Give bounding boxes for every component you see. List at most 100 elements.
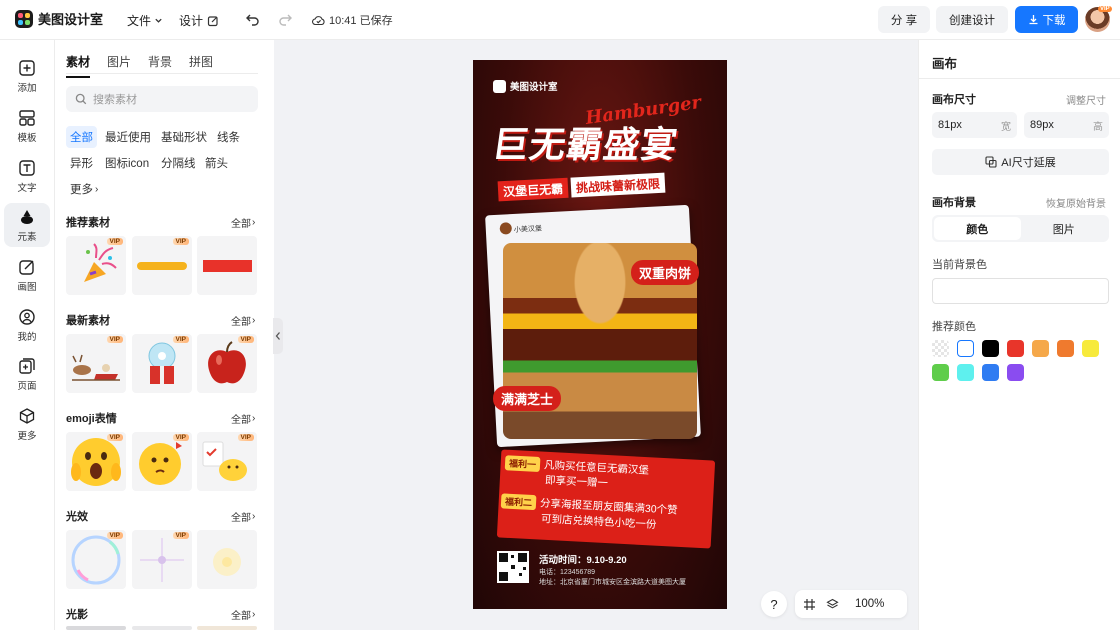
tab-backgrounds[interactable]: 背景 — [148, 53, 172, 78]
help-button[interactable]: ? — [761, 591, 787, 617]
create-design-label: 创建设计 — [949, 14, 995, 27]
color-swatch[interactable] — [982, 364, 999, 381]
asset-soft-glow[interactable] — [197, 530, 257, 589]
color-swatch[interactable] — [1007, 364, 1024, 381]
layers-icon[interactable] — [826, 598, 839, 611]
panel-title: 画布 — [932, 57, 958, 71]
chevron-right-icon: › — [252, 413, 256, 424]
vip-badge: VIP — [172, 336, 189, 343]
download-button[interactable]: 下载 — [1015, 6, 1078, 33]
cloud-check-icon — [312, 15, 325, 25]
plus-square-icon — [19, 59, 35, 76]
file-menu-label: 文件 — [127, 14, 152, 28]
asset-reindeer-sleigh[interactable]: VIP — [66, 334, 126, 393]
zoom-level[interactable]: 100% — [855, 598, 884, 610]
color-swatch[interactable] — [932, 364, 949, 381]
asset-shocked-emoji[interactable]: VIP — [66, 432, 126, 491]
asset-purple-sparkle[interactable]: VIP — [132, 530, 192, 589]
nav-label: 更多 — [17, 430, 37, 442]
asset-partial[interactable] — [66, 626, 126, 630]
asset-snow-globe-gift[interactable]: VIP — [132, 334, 192, 393]
tab-bg-color[interactable]: 颜色 — [934, 217, 1021, 240]
asset-red-apple[interactable]: VIP — [197, 334, 257, 393]
current-bg-label: 当前背景色 — [932, 259, 987, 271]
see-all-link[interactable]: 全部 › — [231, 411, 255, 426]
app-logo[interactable]: 美图设计室 — [15, 9, 103, 28]
asset-partial[interactable] — [132, 626, 192, 630]
download-label: 下载 — [1042, 14, 1066, 27]
chip-arrows[interactable]: 箭头 — [201, 152, 232, 174]
asset-party-popper[interactable]: VIP — [66, 236, 126, 295]
width-value: 81px — [938, 119, 962, 131]
nav-item-add[interactable]: 添加 — [4, 54, 50, 98]
chip-basic-shapes[interactable]: 基础形状 — [157, 126, 211, 148]
tab-images[interactable]: 图片 — [107, 53, 131, 78]
nav-item-mine[interactable]: 我的 — [4, 303, 50, 347]
chip-icons[interactable]: 图标icon — [101, 152, 153, 174]
chip-dividers[interactable]: 分隔线 — [157, 152, 200, 174]
color-swatch[interactable] — [1082, 340, 1099, 357]
asset-yellow-brush-stroke[interactable]: VIP — [132, 236, 192, 295]
see-all-link[interactable]: 全部 › — [231, 509, 255, 524]
asset-partial[interactable] — [197, 626, 257, 630]
adjust-size-link[interactable]: 调整尺寸 — [1066, 92, 1106, 107]
color-swatch[interactable] — [932, 340, 949, 357]
color-swatch[interactable] — [982, 340, 999, 357]
nav-item-pages[interactable]: 页面 — [4, 352, 50, 396]
color-swatch[interactable] — [1032, 340, 1049, 357]
see-all-label: 全部 — [231, 415, 251, 426]
bonus-2-label: 福利二 — [500, 493, 537, 511]
collapse-panel-button[interactable] — [273, 318, 283, 354]
redo-icon[interactable] — [277, 11, 293, 27]
tab-collage[interactable]: 拼图 — [189, 53, 213, 78]
tab-bg-image[interactable]: 图片 — [1021, 217, 1108, 240]
poster-canvas[interactable]: 美图设计室 Hamburger 巨无霸盛宴 汉堡巨无霸 挑战味蕾新极限 小美汉堡… — [473, 60, 727, 609]
height-field[interactable]: 89px 高 — [1024, 112, 1109, 138]
nav-item-elements[interactable]: 元素 — [4, 203, 50, 247]
color-swatch[interactable] — [1057, 340, 1074, 357]
chip-more[interactable]: 更多 › — [66, 178, 102, 200]
poster-brand: 美图设计室 — [493, 79, 558, 93]
tab-materials[interactable]: 素材 — [66, 53, 91, 78]
chevron-down-icon — [155, 18, 162, 23]
create-design-button[interactable]: 创建设计 — [936, 6, 1008, 33]
width-field[interactable]: 81px 宽 — [932, 112, 1017, 138]
chip-all[interactable]: 全部 — [66, 126, 97, 148]
share-button[interactable]: 分 享 — [878, 6, 930, 33]
grid-icon[interactable] — [803, 598, 816, 611]
elements-panel: 素材 图片 背景 拼图 搜索素材 全部 最近使用 基础形状 线条 异形 图标ic… — [56, 40, 273, 630]
see-all-link[interactable]: 全部 › — [231, 313, 255, 328]
color-swatch[interactable] — [1007, 340, 1024, 357]
chip-irregular[interactable]: 异形 — [66, 152, 97, 174]
design-menu[interactable]: 设计 — [179, 12, 219, 29]
color-swatch[interactable] — [957, 364, 974, 381]
nav-item-text[interactable]: 文字 — [4, 154, 50, 198]
chip-recent[interactable]: 最近使用 — [101, 126, 155, 148]
file-menu[interactable]: 文件 — [127, 12, 163, 29]
color-swatch[interactable] — [957, 340, 974, 357]
canvas-properties-panel: 画布 画布尺寸 调整尺寸 81px 宽 89px 高 AI尺寸延展 画布背景 恢… — [918, 40, 1120, 630]
chip-lines[interactable]: 线条 — [213, 126, 244, 148]
event-time: 活动时间：9.10-9.20 — [539, 555, 627, 566]
poster-brand-text: 美图设计室 — [510, 82, 558, 93]
yellow-brush-shape — [137, 262, 187, 270]
asset-chick-checklist[interactable]: VIP — [197, 432, 257, 491]
ai-expand-button[interactable]: AI尺寸延展 — [932, 149, 1109, 175]
bg-label: 画布背景 — [932, 197, 976, 209]
asset-red-bar[interactable] — [197, 236, 257, 295]
see-all-link[interactable]: 全部 › — [231, 607, 255, 622]
see-all-link[interactable]: 全部 › — [231, 215, 255, 230]
nav-item-draw[interactable]: 画图 — [4, 253, 50, 297]
app-root: 美图设计室 文件 设计 10:41 已保存 分 享 创建设计 下载 VIP 添加 — [0, 0, 1120, 630]
poster-subtitle-b: 挑战味蕾新极限 — [570, 172, 666, 198]
restore-bg-link[interactable]: 恢复原始背景 — [1046, 195, 1106, 210]
undo-icon[interactable] — [245, 11, 261, 27]
template-icon — [19, 109, 35, 126]
search-input[interactable]: 搜索素材 — [66, 86, 258, 112]
height-unit: 高 — [1093, 121, 1103, 133]
current-bg-color-field[interactable] — [932, 278, 1109, 304]
nav-item-templates[interactable]: 模板 — [4, 104, 50, 148]
asset-bubble-ring[interactable]: VIP — [66, 530, 126, 589]
asset-thinking-emoji[interactable]: VIP — [132, 432, 192, 491]
nav-item-more[interactable]: 更多 — [4, 402, 50, 446]
